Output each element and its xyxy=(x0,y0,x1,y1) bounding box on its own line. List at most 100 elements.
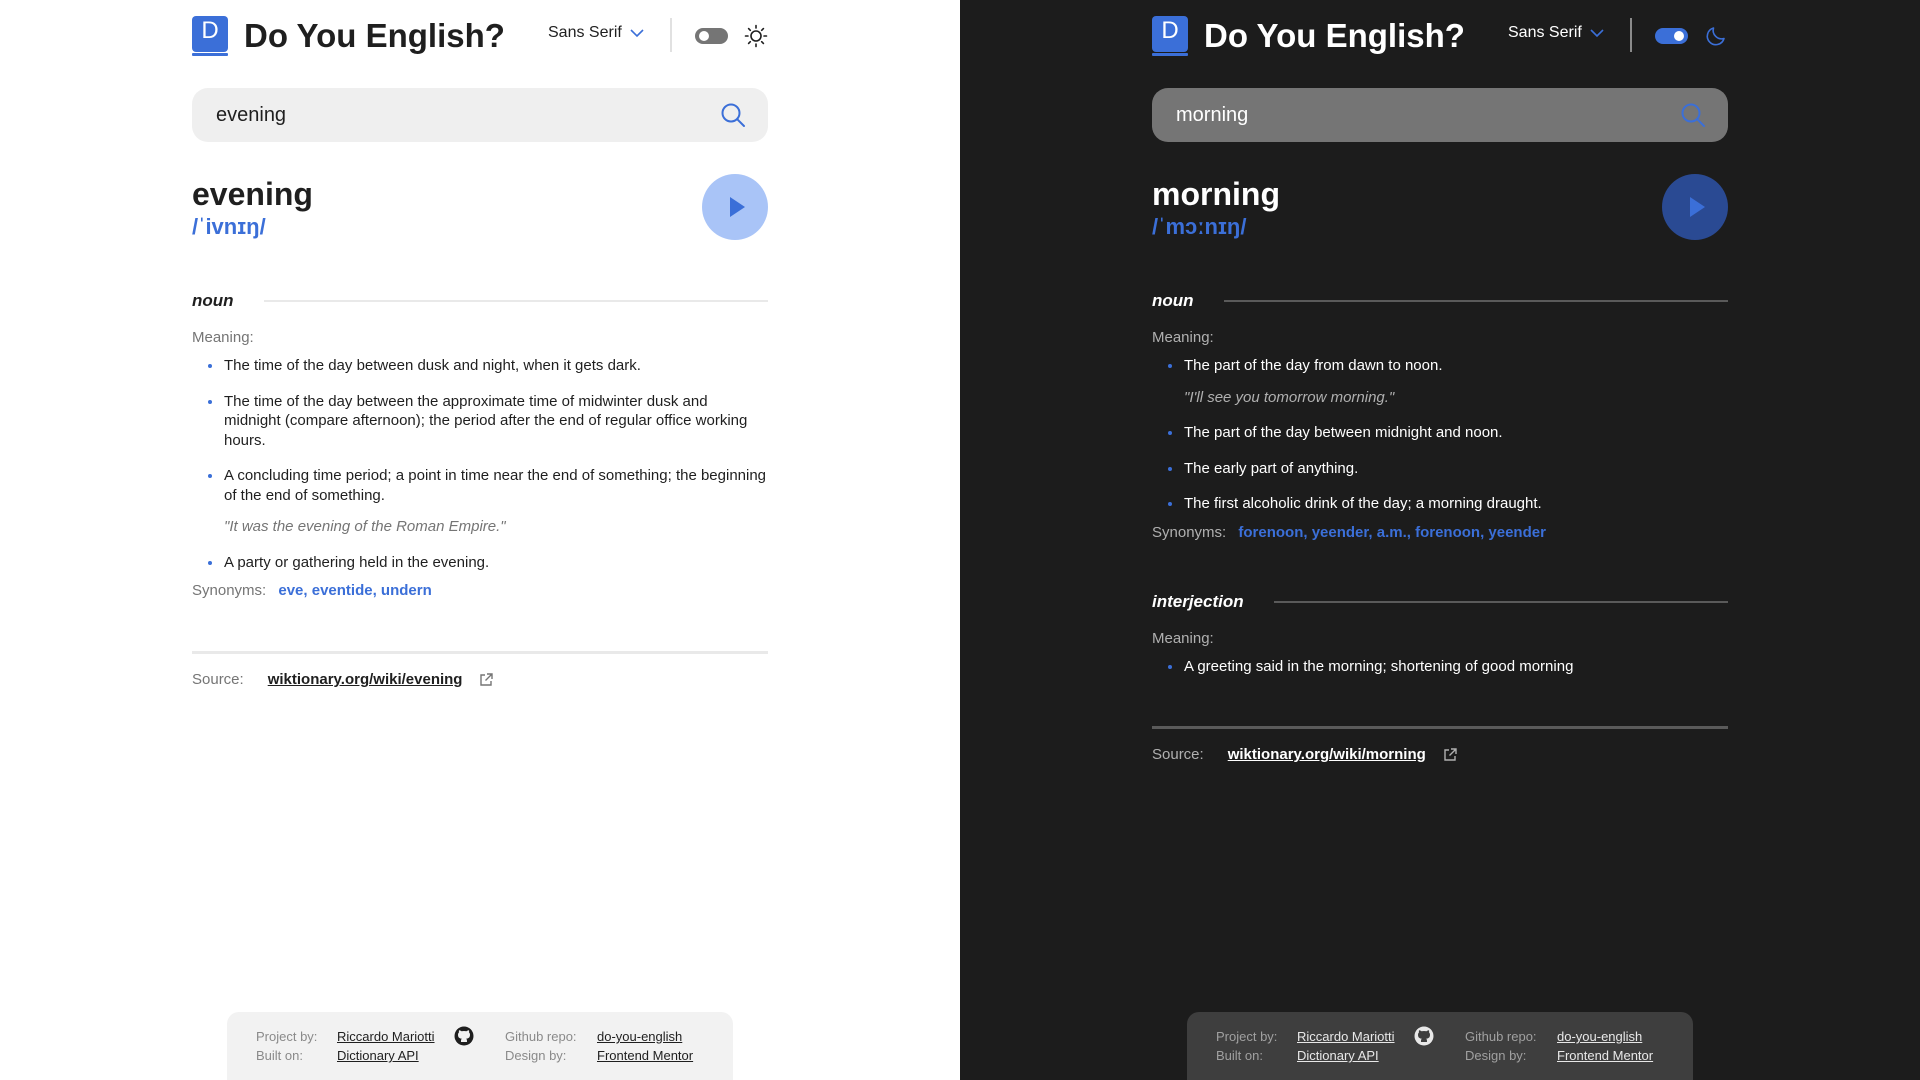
part-of-speech-heading: noun xyxy=(192,291,768,311)
project-label: Project by: xyxy=(1216,1029,1278,1044)
search-icon[interactable] xyxy=(1680,102,1706,128)
synonyms-links[interactable]: eve, eventide, undern xyxy=(278,582,431,599)
github-repo-label: Github repo: xyxy=(1465,1029,1537,1044)
section-divider xyxy=(263,300,768,302)
source-divider xyxy=(192,651,768,654)
source-divider xyxy=(1152,726,1728,729)
dark-theme-panel: D Do You English? Sans Serif morning /ˈm… xyxy=(960,0,1920,1080)
built-on-label: Built on: xyxy=(1216,1048,1263,1063)
dictionary-logo-icon: D xyxy=(1152,16,1188,56)
dictionary-api-link[interactable]: Dictionary API xyxy=(337,1048,419,1063)
synonyms-row: Synonyms: eve, eventide, undern xyxy=(192,582,432,599)
definition-item: A greeting said in the morning; shorteni… xyxy=(1152,657,1728,677)
definition-text: The part of the day from dawn to noon. xyxy=(1184,357,1443,374)
github-repo-link[interactable]: do-you-english xyxy=(1557,1029,1642,1044)
theme-toggle[interactable] xyxy=(1655,28,1688,44)
definition-item: The time of the day between the approxim… xyxy=(192,392,768,451)
font-select-dropdown[interactable]: Sans Serif xyxy=(548,24,644,42)
definition-text: A concluding time period; a point in tim… xyxy=(224,467,767,504)
part-of-speech-label: interjection xyxy=(1152,592,1244,611)
source-link[interactable]: wiktionary.org/wiki/morning xyxy=(1228,746,1426,763)
header-divider xyxy=(670,18,672,52)
play-icon xyxy=(730,197,745,217)
footer: Project by: Riccardo Mariotti Built on: … xyxy=(227,1012,733,1080)
app-title: Do You English? xyxy=(244,17,505,54)
meaning-label: Meaning: xyxy=(1152,630,1214,647)
search-input[interactable] xyxy=(1152,103,1632,127)
project-author-link[interactable]: Riccardo Mariotti xyxy=(337,1029,435,1044)
theme-toggle[interactable] xyxy=(695,28,728,44)
part-of-speech-heading: noun xyxy=(1152,291,1728,311)
play-audio-button[interactable] xyxy=(1662,174,1728,240)
source-row: Source: wiktionary.org/wiki/evening xyxy=(192,671,494,688)
github-repo-link[interactable]: do-you-english xyxy=(597,1029,682,1044)
synonyms-label: Synonyms: xyxy=(1152,524,1227,541)
project-author-link[interactable]: Riccardo Mariotti xyxy=(1297,1029,1395,1044)
font-select-value: Sans Serif xyxy=(548,24,622,41)
bullet-icon xyxy=(208,364,212,368)
bullet-icon xyxy=(208,474,212,478)
app-header: D Do You English? Sans Serif xyxy=(192,16,768,56)
play-audio-button[interactable] xyxy=(702,174,768,240)
example-text: "It was the evening of the Roman Empire.… xyxy=(224,518,506,535)
project-label: Project by: xyxy=(256,1029,318,1044)
definition-text: The early part of anything. xyxy=(1184,459,1359,477)
footer: Project by: Riccardo Mariotti Built on: … xyxy=(1187,1012,1693,1080)
external-link-icon[interactable] xyxy=(1442,747,1458,763)
search-input[interactable] xyxy=(192,103,672,127)
definition-list: The part of the day from dawn to noon. "I… xyxy=(1152,356,1728,530)
synonyms-label: Synonyms: xyxy=(192,582,267,599)
design-by-label: Design by: xyxy=(1465,1048,1527,1063)
github-icon[interactable] xyxy=(1414,1026,1434,1046)
frontend-mentor-link[interactable]: Frontend Mentor xyxy=(597,1048,693,1063)
phonetic-text: /ˈmɔːnɪŋ/ xyxy=(1152,214,1247,239)
chevron-down-icon xyxy=(630,29,644,38)
sun-icon[interactable] xyxy=(744,24,768,48)
light-theme-panel: D Do You English? Sans Serif evening eve… xyxy=(0,0,960,1080)
definition-item: The first alcoholic drink of the day; a … xyxy=(1152,494,1728,514)
moon-icon[interactable] xyxy=(1704,24,1728,48)
chevron-down-icon xyxy=(1590,29,1604,38)
font-select-dropdown[interactable]: Sans Serif xyxy=(1508,24,1604,42)
meaning-label: Meaning: xyxy=(192,329,254,346)
design-by-label: Design by: xyxy=(505,1048,567,1063)
definition-text: A party or gathering held in the evening… xyxy=(224,553,490,571)
definition-item: The part of the day from dawn to noon. "I… xyxy=(1152,356,1728,407)
dictionary-api-link[interactable]: Dictionary API xyxy=(1297,1048,1379,1063)
definition-item: The time of the day between dusk and nig… xyxy=(192,356,768,376)
source-link[interactable]: wiktionary.org/wiki/evening xyxy=(268,671,463,688)
bullet-icon xyxy=(1168,431,1172,435)
built-on-label: Built on: xyxy=(256,1048,303,1063)
play-icon xyxy=(1690,197,1705,217)
synonyms-links[interactable]: forenoon, yeender, a.m., forenoon, yeend… xyxy=(1238,524,1546,541)
bullet-icon xyxy=(1168,466,1172,471)
github-icon[interactable] xyxy=(454,1026,474,1046)
bullet-icon xyxy=(1168,665,1172,669)
bullet-icon xyxy=(1168,502,1172,506)
part-of-speech-label: noun xyxy=(1152,291,1194,310)
phonetic-text: /ˈivnɪŋ/ xyxy=(192,214,266,239)
search-bar xyxy=(192,88,768,142)
definition-item: The part of the day between midnight and… xyxy=(1152,423,1728,443)
github-repo-label: Github repo: xyxy=(505,1029,577,1044)
search-bar xyxy=(1152,88,1728,142)
word-heading: evening xyxy=(192,176,313,212)
synonyms-row: Synonyms: forenoon, yeender, a.m., foren… xyxy=(1152,524,1546,541)
definition-text: The time of the day between dusk and nig… xyxy=(224,357,641,374)
part-of-speech-label: noun xyxy=(192,291,234,310)
frontend-mentor-link[interactable]: Frontend Mentor xyxy=(1557,1048,1653,1063)
bullet-icon xyxy=(208,399,212,404)
source-label: Source: xyxy=(192,671,244,688)
part-of-speech-heading: interjection xyxy=(1152,592,1728,612)
source-row: Source: wiktionary.org/wiki/morning xyxy=(1152,746,1458,763)
word-heading: morning xyxy=(1152,176,1280,212)
search-icon[interactable] xyxy=(720,102,746,128)
external-link-icon[interactable] xyxy=(478,672,494,688)
meaning-label: Meaning: xyxy=(1152,329,1214,346)
definition-item: A party or gathering held in the evening… xyxy=(192,553,768,573)
font-select-value: Sans Serif xyxy=(1508,24,1582,41)
app-title: Do You English? xyxy=(1204,17,1465,54)
dictionary-logo-icon: D xyxy=(192,16,228,56)
definition-text: The time of the day between the approxim… xyxy=(224,392,748,449)
definition-text: A greeting said in the morning; shorteni… xyxy=(1184,658,1574,675)
